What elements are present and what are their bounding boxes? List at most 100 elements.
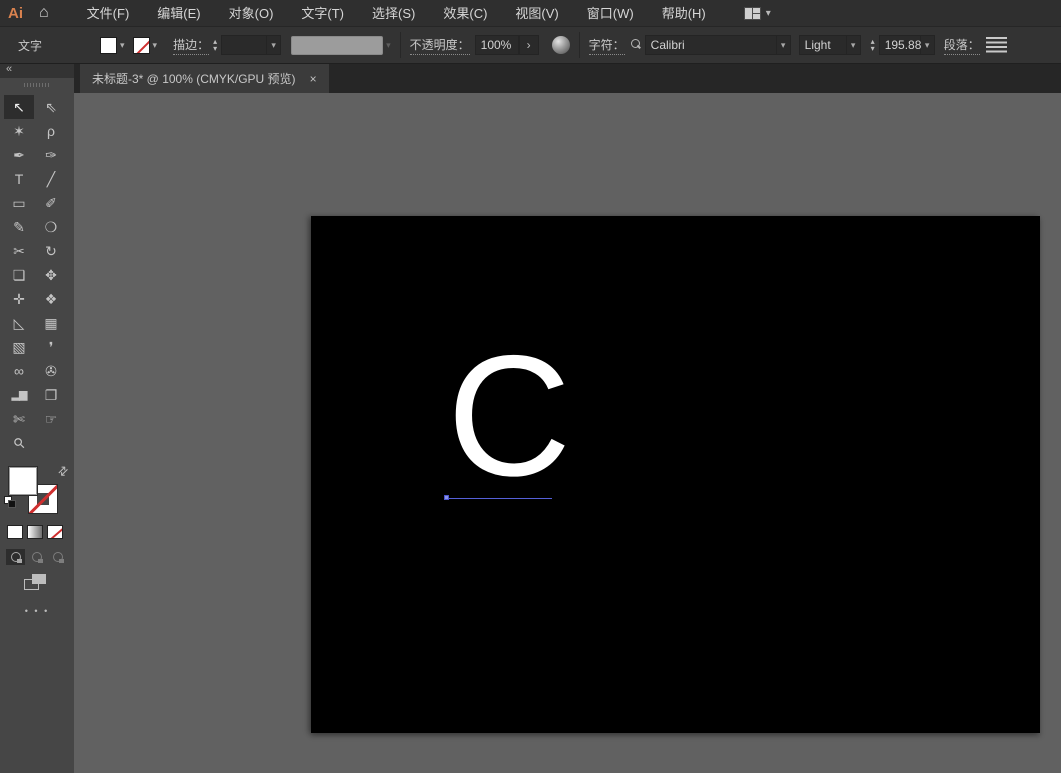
font-size-field[interactable]: 195.88 <box>879 35 921 55</box>
live-paint-bucket-tool[interactable]: ❖ <box>36 287 66 311</box>
rectangle-tool[interactable]: ▭ <box>4 191 34 215</box>
column-graph-tool[interactable]: ▂▆ <box>4 383 34 407</box>
menu-items: 文件(F)编辑(E)对象(O)文字(T)选择(S)效果(C)视图(V)窗口(W)… <box>73 0 720 27</box>
workspace-switcher[interactable]: ▾ <box>744 7 771 20</box>
gradient-tool[interactable]: ▧ <box>4 335 34 359</box>
menu-bar: Ai ⌂ 文件(F)编辑(E)对象(O)文字(T)选择(S)效果(C)视图(V)… <box>0 0 1061 27</box>
shaper-tool[interactable]: ✎ <box>4 215 34 239</box>
menu-item-6[interactable]: 视图(V) <box>501 0 572 27</box>
free-transform-tool[interactable]: ✥ <box>36 263 66 287</box>
zoom-tool[interactable]: ⚲ <box>4 431 34 455</box>
character-panel-link[interactable]: 字符： <box>589 36 625 55</box>
puppet-warp-tool[interactable]: ✛ <box>4 287 34 311</box>
illustrator-window: Ai ⌂ 文件(F)编辑(E)对象(O)文字(T)选择(S)效果(C)视图(V)… <box>0 0 1061 773</box>
font-style-field[interactable]: Light <box>799 35 847 55</box>
artboard[interactable]: C <box>311 216 1040 733</box>
scissors-tool[interactable]: ✂ <box>4 239 34 263</box>
panel-grip[interactable] <box>24 83 50 87</box>
opacity-panel-link[interactable]: 不透明度： <box>410 36 470 55</box>
chevron-down-icon[interactable]: ▾ <box>921 35 935 55</box>
perspective-grid-tool[interactable]: ◺ <box>4 311 34 335</box>
eyedropper-tool[interactable]: ❜ <box>36 335 66 359</box>
recolor-artwork-icon[interactable] <box>552 36 570 54</box>
font-family-field[interactable]: Calibri <box>645 35 777 55</box>
selection-tool[interactable]: ↖ <box>4 95 34 119</box>
lasso-tool-icon: ρ <box>47 124 55 138</box>
font-search-icon[interactable] <box>630 39 642 51</box>
opacity-field[interactable]: 100% <box>475 35 519 55</box>
draw-normal-mode-button[interactable] <box>6 549 25 565</box>
menu-item-0[interactable]: 文件(F) <box>73 0 144 27</box>
control-bar: 文字 ▾ ▾ 描边： ▴ ▾ ▾ ▾ 不透明度： 100% › 字符： Cali… <box>0 27 1061 64</box>
draw-behind-mode-button[interactable] <box>27 549 46 565</box>
pen-tool[interactable]: ✒ <box>4 143 34 167</box>
chevron-down-icon[interactable]: ▾ <box>153 40 158 51</box>
menu-item-2[interactable]: 对象(O) <box>215 0 288 27</box>
workspace-layout-icon <box>744 7 761 20</box>
selection-anchor-handle[interactable] <box>444 495 449 500</box>
line-segment-tool[interactable]: ╱ <box>36 167 66 191</box>
magic-wand-tool[interactable]: ✶ <box>4 119 34 143</box>
fill-color-swatch[interactable] <box>100 37 117 54</box>
close-tab-icon[interactable]: × <box>310 72 317 86</box>
app-logo[interactable]: Ai <box>8 5 23 22</box>
tab-strip: 未标题-3* @ 100% (CMYK/GPU 预览) × <box>74 64 1061 93</box>
menu-item-7[interactable]: 窗口(W) <box>573 0 648 27</box>
none-button[interactable] <box>47 525 63 539</box>
fill-swatch[interactable] <box>8 466 38 496</box>
divider <box>400 32 401 58</box>
stroke-color-swatch[interactable] <box>133 37 150 54</box>
menu-item-4[interactable]: 选择(S) <box>358 0 429 27</box>
document-tab[interactable]: 未标题-3* @ 100% (CMYK/GPU 预览) × <box>80 64 329 93</box>
rotate-tool[interactable]: ↻ <box>36 239 66 263</box>
eraser-tool[interactable]: ❍ <box>36 215 66 239</box>
font-size-stepper[interactable]: ▴ ▾ <box>871 38 875 52</box>
draw-inside-mode-button[interactable] <box>48 549 67 565</box>
blend-tool[interactable]: ∞ <box>4 359 34 383</box>
chevron-down-icon[interactable]: ▾ <box>847 35 861 55</box>
menu-item-3[interactable]: 文字(T) <box>287 0 358 27</box>
default-fill-stroke-icon[interactable] <box>4 496 18 510</box>
chevron-down-icon[interactable]: ▾ <box>120 40 125 51</box>
gradient-button[interactable] <box>27 525 43 539</box>
chevron-down-icon[interactable]: ▾ <box>777 35 791 55</box>
scale-tool[interactable]: ❏ <box>4 263 34 287</box>
direct-selection-tool[interactable]: ⇖ <box>36 95 66 119</box>
collapse-panel-icon[interactable]: « <box>6 63 12 75</box>
stepper-down-icon[interactable]: ▾ <box>213 45 217 52</box>
screen-mode-button[interactable] <box>24 574 48 592</box>
curvature-tool[interactable]: ✑ <box>36 143 66 167</box>
home-icon[interactable]: ⌂ <box>39 4 49 22</box>
swap-fill-stroke-icon[interactable]: ⇄ <box>54 462 71 479</box>
symbol-sprayer-tool[interactable]: ✇ <box>36 359 66 383</box>
canvas-area[interactable]: C <box>74 93 1061 773</box>
stroke-weight-stepper[interactable]: ▴ ▾ <box>213 38 217 52</box>
line-segment-tool-icon: ╱ <box>47 172 55 186</box>
edit-toolbar-icon[interactable]: • • • <box>25 606 49 616</box>
type-tool[interactable]: T <box>4 167 34 191</box>
gradient-tool-icon: ▧ <box>12 340 25 354</box>
opacity-expand-button[interactable]: › <box>519 35 539 55</box>
lasso-tool[interactable]: ρ <box>36 119 66 143</box>
paragraph-panel-link[interactable]: 段落： <box>944 36 980 55</box>
eraser-tool-icon: ❍ <box>45 220 58 234</box>
text-object[interactable]: C <box>447 336 577 496</box>
stroke-panel-link[interactable]: 描边： <box>173 36 209 55</box>
column-graph-tool-icon: ▂▆ <box>12 390 27 401</box>
mesh-tool[interactable]: ▦ <box>36 311 66 335</box>
paintbrush-tool-icon: ✐ <box>45 196 57 210</box>
paintbrush-tool[interactable]: ✐ <box>36 191 66 215</box>
slice-tool[interactable]: ✄ <box>4 407 34 431</box>
artboard-tool[interactable]: ❐ <box>36 383 66 407</box>
perspective-grid-tool-icon: ◺ <box>14 316 25 330</box>
hand-tool[interactable]: ☞ <box>36 407 66 431</box>
align-left-icon[interactable] <box>986 37 1007 53</box>
menu-item-5[interactable]: 效果(C) <box>429 0 501 27</box>
scissors-tool-icon: ✂ <box>13 244 25 258</box>
menu-item-8[interactable]: 帮助(H) <box>648 0 720 27</box>
chevron-down-icon[interactable]: ▾ <box>267 35 281 55</box>
color-button[interactable] <box>7 525 23 539</box>
stepper-down-icon[interactable]: ▾ <box>871 45 875 52</box>
stroke-weight-field[interactable] <box>221 35 267 55</box>
menu-item-1[interactable]: 编辑(E) <box>143 0 214 27</box>
